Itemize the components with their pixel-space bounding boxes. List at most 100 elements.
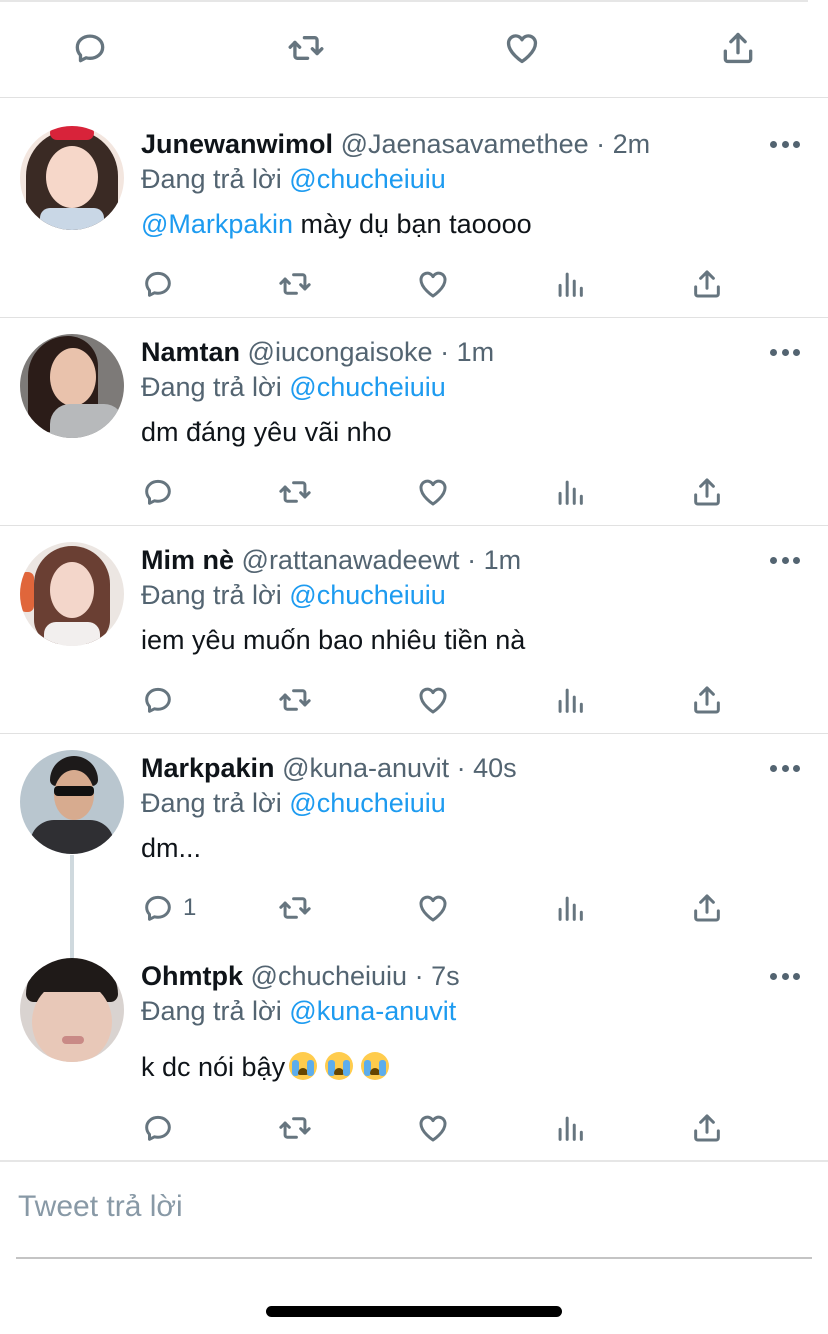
share-button[interactable] — [690, 680, 724, 720]
share-button[interactable] — [690, 472, 724, 512]
retweet-button[interactable] — [278, 472, 312, 512]
reply-icon — [145, 1115, 171, 1141]
reply-button[interactable]: 1 — [141, 888, 196, 928]
reply-icon — [75, 34, 105, 63]
share-button[interactable] — [690, 264, 724, 304]
analytics-button[interactable] — [553, 264, 587, 304]
reply-tweet[interactable]: Junewanwimol @Jaenasavamethee · 2m Đang … — [0, 98, 828, 318]
more-options-icon[interactable] — [770, 762, 800, 774]
avatar[interactable] — [20, 126, 124, 230]
loudly-crying-face-icon — [361, 1052, 390, 1080]
like-icon — [419, 1115, 447, 1142]
tweet-text: dm... — [141, 833, 202, 863]
tweet-text: iem yêu muốn bao nhiêu tiền nà — [141, 625, 526, 655]
replying-to-mention[interactable]: @chucheiuiu — [289, 580, 446, 610]
compose-underline — [16, 1257, 812, 1259]
avatar[interactable] — [20, 334, 124, 438]
like-icon — [419, 271, 447, 298]
reply-button[interactable] — [141, 264, 183, 304]
like-icon — [419, 479, 447, 506]
reply-button[interactable] — [70, 28, 110, 68]
replying-to-line: Đang trả lời @kuna-anuvit — [141, 995, 456, 1027]
author-name[interactable]: Mim nè — [141, 545, 234, 575]
reply-icon — [145, 895, 171, 921]
like-button[interactable] — [502, 28, 542, 68]
loudly-crying-face-icon — [325, 1052, 354, 1080]
avatar[interactable] — [20, 542, 124, 646]
analytics-button[interactable] — [553, 888, 587, 928]
like-button[interactable] — [416, 888, 450, 928]
author-handle[interactable]: @kuna-anuvit — [282, 753, 449, 783]
author-name[interactable]: Ohmtpk — [141, 961, 243, 991]
loudly-crying-face-icon — [289, 1052, 318, 1080]
tweet-text-body: k dc nói bậy — [141, 1052, 286, 1082]
retweet-button[interactable] — [278, 680, 312, 720]
reply-button[interactable] — [141, 1108, 183, 1148]
share-icon — [694, 1114, 720, 1142]
share-button[interactable] — [718, 28, 758, 68]
home-indicator[interactable] — [266, 1306, 562, 1317]
more-options-icon[interactable] — [770, 554, 800, 566]
like-button[interactable] — [416, 264, 450, 304]
analytics-button[interactable] — [553, 680, 587, 720]
timestamp[interactable]: 2m — [613, 129, 651, 159]
timestamp[interactable]: 7s — [431, 961, 460, 991]
replying-to-label: Đang trả lời — [141, 164, 282, 194]
like-button[interactable] — [416, 1108, 450, 1148]
retweet-button[interactable] — [278, 264, 312, 304]
replying-to-label: Đang trả lời — [141, 580, 282, 610]
author-name[interactable]: Junewanwimol — [141, 129, 333, 159]
share-button[interactable] — [690, 888, 724, 928]
author-name[interactable]: Namtan — [141, 337, 240, 367]
retweet-icon — [279, 273, 311, 295]
replying-to-line: Đang trả lời @chucheiuiu — [141, 579, 446, 611]
timestamp[interactable]: 40s — [473, 753, 517, 783]
analytics-button[interactable] — [553, 472, 587, 512]
reply-tweet[interactable]: Mim nè @rattanawadeewt · 1m Đang trả lời… — [0, 526, 828, 734]
like-button[interactable] — [416, 472, 450, 512]
replying-to-mention[interactable]: @chucheiuiu — [289, 372, 446, 402]
share-icon — [694, 478, 720, 506]
like-button[interactable] — [416, 680, 450, 720]
reply-compose-input[interactable]: Tweet trả lời — [18, 1190, 183, 1224]
tweet-text: dm đáng yêu vãi nho — [141, 417, 392, 447]
avatar[interactable] — [20, 958, 124, 1062]
retweet-icon — [279, 481, 311, 503]
reply-tweet[interactable]: Namtan @iucongaisoke · 1m Đang trả lời @… — [0, 318, 828, 526]
timestamp[interactable]: 1m — [457, 337, 495, 367]
reply-tweet[interactable]: Ohmtpk @chucheiuiu · 7s Đang trả lời @ku… — [0, 942, 828, 1162]
separator-dot: · — [467, 545, 477, 575]
share-button[interactable] — [690, 1108, 724, 1148]
replying-to-mention[interactable]: @chucheiuiu — [289, 164, 446, 194]
replying-to-mention[interactable]: @kuna-anuvit — [289, 996, 456, 1026]
author-name[interactable]: Markpakin — [141, 753, 275, 783]
mention-link[interactable]: @Markpakin — [141, 209, 293, 239]
divider — [0, 1160, 828, 1162]
more-options-icon[interactable] — [770, 346, 800, 358]
tweet-text-body: mày dụ bạn taoooo — [292, 209, 532, 239]
author-handle[interactable]: @rattanawadeewt — [242, 545, 460, 575]
retweet-icon — [279, 897, 311, 919]
retweet-button[interactable] — [286, 28, 326, 68]
separator-dot: · — [414, 961, 424, 991]
retweet-icon — [279, 689, 311, 711]
tweet-action-bar — [0, 264, 828, 304]
more-options-icon[interactable] — [770, 138, 800, 150]
retweet-button[interactable] — [278, 1108, 312, 1148]
like-icon — [419, 687, 447, 714]
reply-button[interactable] — [141, 472, 183, 512]
reply-tweet[interactable]: Markpakin @kuna-anuvit · 40s Đang trả lờ… — [0, 734, 828, 944]
reply-button[interactable] — [141, 680, 183, 720]
reply-count: 1 — [183, 894, 197, 921]
avatar[interactable] — [20, 750, 124, 854]
author-handle[interactable]: @iucongaisoke — [248, 337, 433, 367]
replying-to-label: Đang trả lời — [141, 372, 282, 402]
replying-to-mention[interactable]: @chucheiuiu — [289, 788, 446, 818]
author-handle[interactable]: @Jaenasavamethee — [341, 129, 589, 159]
author-handle[interactable]: @chucheiuiu — [251, 961, 408, 991]
more-options-icon[interactable] — [770, 970, 800, 982]
retweet-button[interactable] — [278, 888, 312, 928]
tweet-thread-screen: Junewanwimol @Jaenasavamethee · 2m Đang … — [0, 0, 828, 1334]
timestamp[interactable]: 1m — [484, 545, 522, 575]
analytics-button[interactable] — [553, 1108, 587, 1148]
